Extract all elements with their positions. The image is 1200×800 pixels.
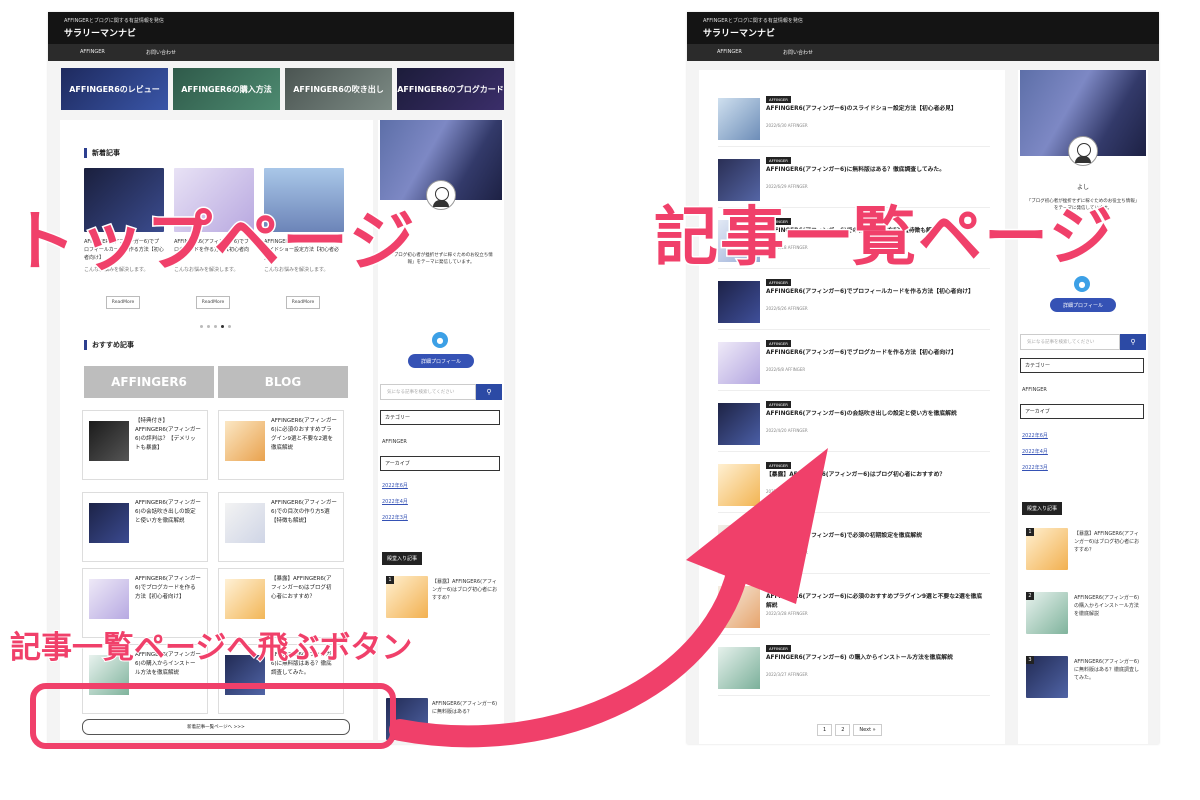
- arrow-head: [686, 448, 828, 604]
- arrow-annotation: [389, 448, 828, 748]
- arrow-shaft: [389, 549, 751, 748]
- button-highlight-frame: [30, 683, 396, 749]
- top-page-label: トップページ: [9, 202, 417, 282]
- button-label: 記事一覧ページへ飛ぶボタン: [9, 629, 413, 667]
- list-page-label: 記事一覧ページ: [653, 200, 1115, 277]
